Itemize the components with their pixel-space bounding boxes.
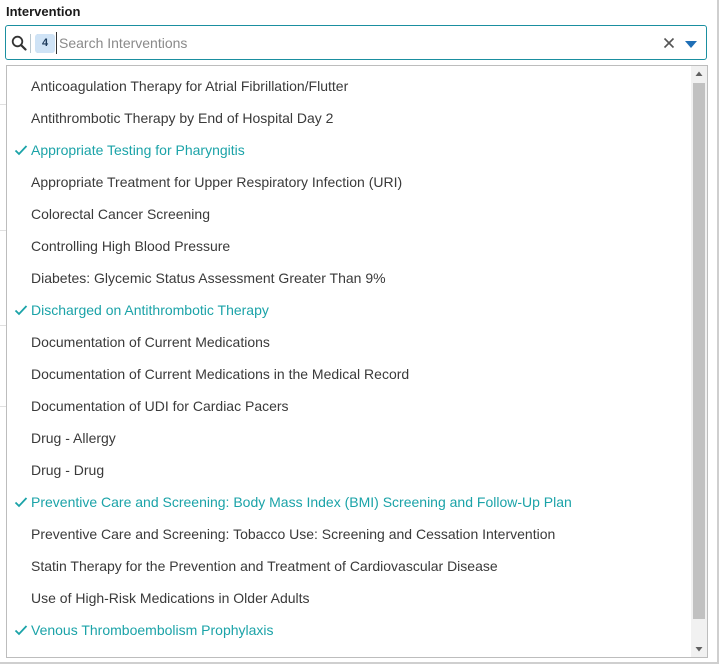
option-label: Documentation of Current Medications bbox=[31, 334, 270, 350]
option-label: Documentation of UDI for Cardiac Pacers bbox=[31, 398, 289, 414]
option-item[interactable]: Anticoagulation Therapy for Atrial Fibri… bbox=[7, 70, 691, 102]
option-item[interactable]: Antithrombotic Therapy by End of Hospita… bbox=[7, 102, 691, 134]
option-label: Appropriate Treatment for Upper Respirat… bbox=[31, 174, 403, 190]
option-item[interactable]: Appropriate Testing for Pharyngitis bbox=[7, 134, 691, 166]
close-icon[interactable] bbox=[662, 36, 676, 50]
option-item[interactable]: Diabetes: Glycemic Status Assessment Gre… bbox=[7, 262, 691, 294]
intervention-picker: Intervention 4 Anticoagulation Therapy f… bbox=[0, 0, 719, 664]
option-item[interactable]: Weight Assessment and Counseling for Nut… bbox=[7, 646, 691, 657]
search-input[interactable] bbox=[56, 32, 639, 54]
option-item[interactable]: Preventive Care and Screening: Body Mass… bbox=[7, 486, 691, 518]
option-item[interactable]: Documentation of Current Medications bbox=[7, 326, 691, 358]
option-item[interactable]: Discharged on Antithrombotic Therapy bbox=[7, 294, 691, 326]
option-label: Anticoagulation Therapy for Atrial Fibri… bbox=[31, 78, 349, 94]
check-icon bbox=[14, 145, 28, 156]
option-label: Controlling High Blood Pressure bbox=[31, 238, 231, 254]
option-item[interactable]: Drug - Drug bbox=[7, 454, 691, 486]
option-label: Drug - Allergy bbox=[31, 430, 116, 446]
option-label: Preventive Care and Screening: Body Mass… bbox=[31, 494, 572, 510]
field-label: Intervention bbox=[6, 4, 81, 19]
arrow-up-icon[interactable] bbox=[691, 66, 707, 82]
option-item[interactable]: Documentation of UDI for Cardiac Pacers bbox=[7, 390, 691, 422]
option-item[interactable]: Appropriate Treatment for Upper Respirat… bbox=[7, 166, 691, 198]
option-label: Use of High-Risk Medications in Older Ad… bbox=[31, 590, 310, 606]
check-icon bbox=[14, 625, 28, 636]
option-item[interactable]: Drug - Allergy bbox=[7, 422, 691, 454]
option-label: Colorectal Cancer Screening bbox=[31, 206, 210, 222]
check-icon bbox=[14, 305, 28, 316]
option-label: Appropriate Testing for Pharyngitis bbox=[31, 142, 245, 158]
option-item[interactable]: Documentation of Current Medications in … bbox=[7, 358, 691, 390]
search-box[interactable]: 4 bbox=[5, 25, 707, 60]
option-list: Anticoagulation Therapy for Atrial Fibri… bbox=[7, 70, 691, 657]
selected-count-badge: 4 bbox=[35, 34, 55, 53]
option-item[interactable]: Venous Thromboembolism Prophylaxis bbox=[7, 614, 691, 646]
option-label: Documentation of Current Medications in … bbox=[31, 366, 410, 382]
check-icon bbox=[14, 497, 28, 508]
option-label: Statin Therapy for the Prevention and Tr… bbox=[31, 558, 498, 574]
option-label: Drug - Drug bbox=[31, 462, 105, 478]
option-label: Antithrombotic Therapy by End of Hospita… bbox=[31, 110, 334, 126]
option-label: Preventive Care and Screening: Tobacco U… bbox=[31, 526, 556, 542]
option-label: Diabetes: Glycemic Status Assessment Gre… bbox=[31, 270, 386, 286]
option-item[interactable]: Statin Therapy for the Prevention and Tr… bbox=[7, 550, 691, 582]
option-label: Venous Thromboembolism Prophylaxis bbox=[31, 622, 274, 638]
chevron-down-icon[interactable] bbox=[683, 38, 699, 50]
option-item[interactable]: Preventive Care and Screening: Tobacco U… bbox=[7, 518, 691, 550]
option-label: Discharged on Antithrombotic Therapy bbox=[31, 302, 269, 318]
scrollbar-thumb[interactable] bbox=[693, 83, 705, 619]
arrow-down-icon[interactable] bbox=[691, 641, 707, 657]
search-icon bbox=[11, 35, 27, 51]
option-item[interactable]: Colorectal Cancer Screening bbox=[7, 198, 691, 230]
scrollbar[interactable] bbox=[691, 66, 707, 657]
option-label: Weight Assessment and Counseling for Nut… bbox=[31, 654, 618, 657]
options-dropdown: Anticoagulation Therapy for Atrial Fibri… bbox=[6, 65, 708, 658]
option-item[interactable]: Controlling High Blood Pressure bbox=[7, 230, 691, 262]
option-item[interactable]: Use of High-Risk Medications in Older Ad… bbox=[7, 582, 691, 614]
